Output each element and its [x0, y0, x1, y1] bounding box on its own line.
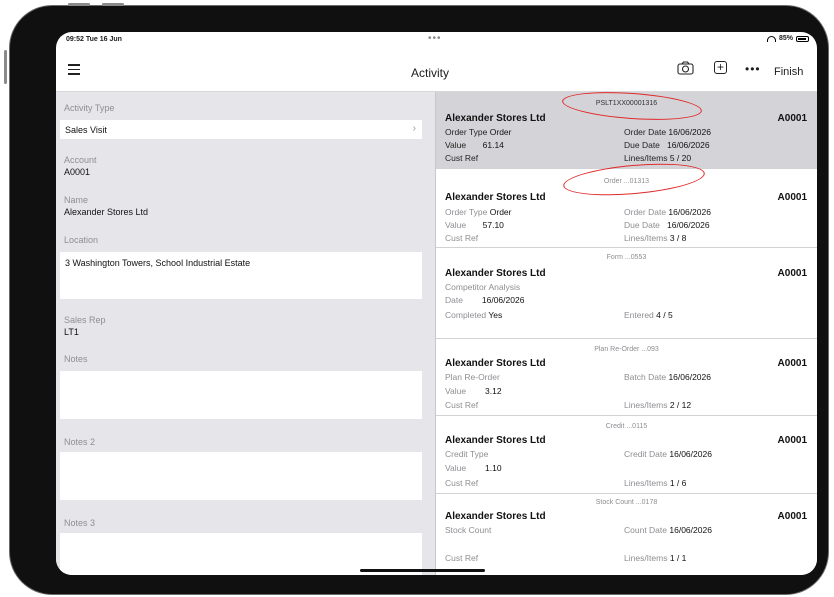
- item-reference: Stock Count ...0178: [595, 499, 658, 506]
- activity-type-value: Sales Visit: [65, 125, 107, 135]
- customer-name: Alexander Stores Ltd: [445, 268, 546, 279]
- list-item[interactable]: Plan Re-Order ...093 Alexander Stores Lt…: [436, 339, 817, 416]
- item-field: Count Date 16/06/2026: [624, 525, 712, 535]
- location-value: 3 Washington Towers, School Industrial E…: [65, 258, 251, 268]
- plus-square-icon[interactable]: +: [714, 61, 727, 74]
- item-field: Cust Ref: [445, 400, 479, 410]
- status-bar: 09:52 Tue 16 Jun ••• 85%: [56, 32, 817, 48]
- wifi-icon: [766, 35, 776, 42]
- customer-name: Alexander Stores Ltd: [445, 511, 546, 522]
- notes2-field[interactable]: [60, 452, 422, 500]
- account-code: A0001: [777, 435, 807, 446]
- finish-button[interactable]: Finish: [774, 66, 803, 78]
- item-field: Completed Yes: [445, 310, 503, 320]
- tablet-frame: 09:52 Tue 16 Jun ••• 85% Activity + ••• …: [4, 3, 828, 594]
- item-field: Value 1.10: [445, 463, 502, 473]
- item-field: Stock Count: [445, 525, 492, 535]
- item-field: Lines/Items 1 / 6: [624, 478, 687, 488]
- hamburger-icon[interactable]: [68, 64, 80, 75]
- customer-name: Alexander Stores Ltd: [445, 192, 546, 203]
- customer-name: Alexander Stores Ltd: [445, 435, 546, 446]
- sales-rep-label: Sales Rep: [64, 315, 106, 325]
- multitask-dots[interactable]: •••: [428, 33, 442, 44]
- account-code: A0001: [777, 358, 807, 369]
- list-item[interactable]: Credit ...0115 Alexander Stores Ltd A000…: [436, 416, 817, 494]
- camera-icon[interactable]: [677, 61, 694, 75]
- location-field[interactable]: 3 Washington Towers, School Industrial E…: [60, 252, 422, 299]
- item-field: Cust Ref: [445, 233, 479, 243]
- item-reference: Credit ...0115: [605, 423, 648, 430]
- notes3-label: Notes 3: [64, 518, 96, 528]
- item-field: Batch Date 16/06/2026: [624, 372, 711, 382]
- navigation-bar: Activity + ••• Finish: [56, 50, 817, 92]
- item-field: Cust Ref: [445, 553, 479, 563]
- item-field: Cust Ref: [445, 478, 479, 488]
- item-field: Value 57.10: [445, 220, 504, 230]
- account-label: Account: [64, 155, 97, 165]
- account-code: A0001: [777, 113, 807, 124]
- list-item[interactable]: Form ...0553 Alexander Stores Ltd A0001 …: [436, 248, 817, 339]
- account-code: A0001: [777, 268, 807, 279]
- page-title: Activity: [411, 66, 450, 80]
- battery-percent: 85%: [778, 35, 793, 42]
- item-field: Credit Date 16/06/2026: [624, 449, 712, 459]
- notes2-label: Notes 2: [64, 437, 96, 447]
- item-field: Credit Type: [445, 449, 489, 459]
- item-field: Order Date 16/06/2026: [624, 207, 711, 217]
- item-field: Value 3.12: [445, 386, 502, 396]
- account-code: A0001: [777, 511, 807, 522]
- account-value: A0001: [64, 167, 91, 177]
- item-field: Date 16/06/2026: [445, 295, 525, 305]
- item-field: Plan Re-Order: [445, 372, 500, 382]
- item-field: Lines/Items 1 / 1: [624, 553, 687, 563]
- item-field: Order Type Order: [445, 207, 512, 217]
- item-field: Value 61.14: [445, 140, 504, 150]
- side-button: [4, 50, 7, 84]
- item-field: Order Date 16/06/2026: [624, 127, 711, 137]
- battery-icon: [796, 35, 809, 42]
- customer-name: Alexander Stores Ltd: [445, 113, 546, 124]
- activity-list: PSLT1XX00001316 Alexander Stores Ltd A00…: [436, 92, 817, 575]
- name-label: Name: [64, 195, 89, 205]
- status-indicators: 85%: [766, 35, 809, 42]
- notes-field[interactable]: [60, 371, 422, 419]
- item-field: Lines/Items 5 / 20: [624, 153, 692, 163]
- item-field: Lines/Items 2 / 12: [624, 400, 692, 410]
- location-label: Location: [64, 235, 99, 245]
- item-field: Competitor Analysis: [445, 282, 521, 292]
- screen: 09:52 Tue 16 Jun ••• 85% Activity + ••• …: [56, 32, 817, 575]
- name-value: Alexander Stores Ltd: [64, 207, 149, 217]
- item-field: Order Type Order: [445, 127, 512, 137]
- account-code: A0001: [777, 192, 807, 203]
- item-field: Entered 4 / 5: [624, 310, 673, 320]
- item-reference: Form ...0553: [606, 254, 647, 261]
- activity-form: Activity Type Sales Visit › Account A000…: [56, 92, 436, 575]
- item-field: Cust Ref: [445, 153, 479, 163]
- chevron-right-icon: ›: [412, 123, 416, 134]
- sales-rep-value: LT1: [64, 327, 79, 337]
- status-time: 09:52 Tue 16 Jun: [66, 36, 122, 43]
- notes-label: Notes: [64, 354, 88, 364]
- volume-button: [68, 3, 90, 6]
- customer-name: Alexander Stores Ltd: [445, 358, 546, 369]
- volume-button: [102, 3, 124, 6]
- item-field: Lines/Items 3 / 8: [624, 233, 687, 243]
- list-item[interactable]: Stock Count ...0178 Alexander Stores Ltd…: [436, 494, 817, 575]
- item-field: Due Date 16/06/2026: [624, 220, 710, 230]
- activity-type-label: Activity Type: [64, 103, 115, 113]
- ellipsis-icon[interactable]: •••: [745, 62, 761, 76]
- activity-type-select[interactable]: Sales Visit ›: [60, 120, 422, 139]
- item-field: Due Date 16/06/2026: [624, 140, 710, 150]
- item-reference: Plan Re-Order ...093: [594, 346, 659, 353]
- home-indicator[interactable]: [360, 569, 485, 572]
